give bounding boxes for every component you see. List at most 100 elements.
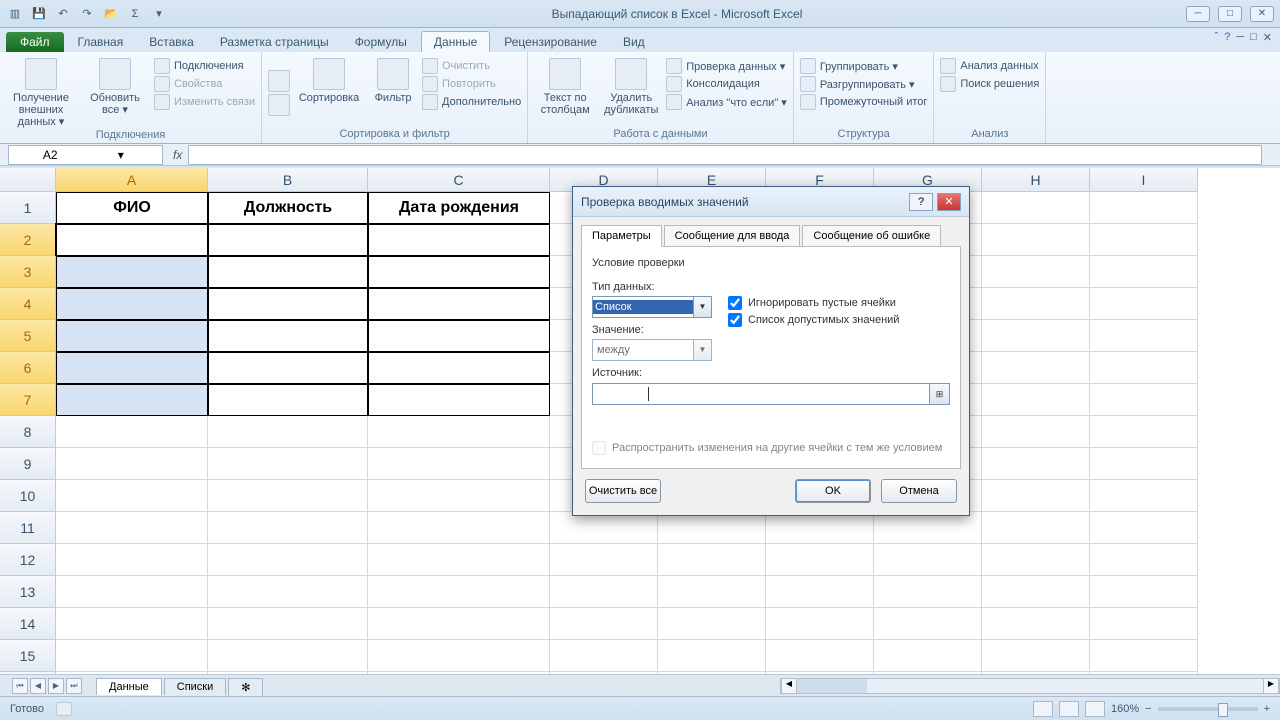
cell-C6[interactable]: [368, 352, 550, 384]
tab-view[interactable]: Вид: [611, 32, 657, 52]
cell-A1[interactable]: ФИО: [56, 192, 208, 224]
cell-B1[interactable]: Должность: [208, 192, 368, 224]
cell-I3[interactable]: [1090, 256, 1198, 288]
ok-button[interactable]: OK: [795, 479, 871, 503]
cell-D15[interactable]: [550, 640, 658, 672]
cell-E13[interactable]: [658, 576, 766, 608]
dialog-close-button[interactable]: ✕: [937, 193, 961, 211]
cell-D11[interactable]: [550, 512, 658, 544]
refresh-all-button[interactable]: Обновить все ▾: [80, 54, 150, 116]
cell-I10[interactable]: [1090, 480, 1198, 512]
cell-A11[interactable]: [56, 512, 208, 544]
dialog-titlebar[interactable]: Проверка вводимых значений ? ✕: [573, 187, 969, 217]
sheet-nav-next[interactable]: ▶: [48, 678, 64, 694]
cell-B4[interactable]: [208, 288, 368, 320]
sort-button[interactable]: Сортировка: [294, 54, 364, 104]
cell-I5[interactable]: [1090, 320, 1198, 352]
cell-F11[interactable]: [766, 512, 874, 544]
dialog-tab-input-message[interactable]: Сообщение для ввода: [664, 225, 801, 247]
cell-I12[interactable]: [1090, 544, 1198, 576]
help-icon[interactable]: ?: [1224, 31, 1230, 44]
sort-za-icon[interactable]: [268, 94, 290, 116]
col-header-C[interactable]: C: [368, 168, 550, 192]
cell-H6[interactable]: [982, 352, 1090, 384]
row-header-3[interactable]: 3: [0, 256, 56, 288]
save-icon[interactable]: 💾: [30, 5, 48, 23]
zoom-level[interactable]: 160%: [1111, 703, 1139, 715]
row-header-11[interactable]: 11: [0, 512, 56, 544]
cell-I15[interactable]: [1090, 640, 1198, 672]
redo-icon[interactable]: ↷: [78, 5, 96, 23]
source-input[interactable]: [592, 383, 930, 405]
row-header-1[interactable]: 1: [0, 192, 56, 224]
mdi-minimize-icon[interactable]: ─: [1236, 31, 1244, 44]
cell-G14[interactable]: [874, 608, 982, 640]
cell-H13[interactable]: [982, 576, 1090, 608]
cell-C1[interactable]: Дата рождения: [368, 192, 550, 224]
cell-I7[interactable]: [1090, 384, 1198, 416]
sheet-nav-first[interactable]: ⏮: [12, 678, 28, 694]
cell-A15[interactable]: [56, 640, 208, 672]
connections-item[interactable]: Подключения: [154, 58, 255, 74]
cell-H15[interactable]: [982, 640, 1090, 672]
mdi-close-icon[interactable]: ✕: [1263, 31, 1272, 44]
cell-H10[interactable]: [982, 480, 1090, 512]
maximize-button[interactable]: □: [1218, 6, 1242, 22]
name-box[interactable]: A2▾: [8, 145, 163, 165]
zoom-in-button[interactable]: +: [1264, 703, 1270, 715]
remove-duplicates-button[interactable]: Удалить дубликаты: [600, 54, 662, 116]
cell-G11[interactable]: [874, 512, 982, 544]
cell-H11[interactable]: [982, 512, 1090, 544]
row-header-9[interactable]: 9: [0, 448, 56, 480]
cell-H2[interactable]: [982, 224, 1090, 256]
cell-A14[interactable]: [56, 608, 208, 640]
cell-G15[interactable]: [874, 640, 982, 672]
cell-C9[interactable]: [368, 448, 550, 480]
cell-E11[interactable]: [658, 512, 766, 544]
cell-C11[interactable]: [368, 512, 550, 544]
col-header-H[interactable]: H: [982, 168, 1090, 192]
horizontal-scrollbar[interactable]: ◀▶: [780, 678, 1280, 694]
row-header-14[interactable]: 14: [0, 608, 56, 640]
cell-A2[interactable]: [56, 224, 208, 256]
cell-A5[interactable]: [56, 320, 208, 352]
close-button[interactable]: ✕: [1250, 6, 1274, 22]
cell-B8[interactable]: [208, 416, 368, 448]
cell-H4[interactable]: [982, 288, 1090, 320]
cell-H5[interactable]: [982, 320, 1090, 352]
macro-record-icon[interactable]: [56, 702, 72, 716]
cell-B6[interactable]: [208, 352, 368, 384]
page-break-view-button[interactable]: [1085, 701, 1105, 717]
what-if-item[interactable]: Анализ "что если" ▾: [666, 94, 787, 110]
cell-C8[interactable]: [368, 416, 550, 448]
cell-B3[interactable]: [208, 256, 368, 288]
cell-C12[interactable]: [368, 544, 550, 576]
cell-I14[interactable]: [1090, 608, 1198, 640]
cell-A3[interactable]: [56, 256, 208, 288]
cell-I4[interactable]: [1090, 288, 1198, 320]
cell-E15[interactable]: [658, 640, 766, 672]
zoom-out-button[interactable]: −: [1145, 703, 1151, 715]
tab-insert[interactable]: Вставка: [137, 32, 206, 52]
cell-H8[interactable]: [982, 416, 1090, 448]
dialog-tab-error-alert[interactable]: Сообщение об ошибке: [802, 225, 941, 247]
cell-H7[interactable]: [982, 384, 1090, 416]
subtotal-item[interactable]: Промежуточный итог: [800, 94, 928, 110]
sheet-tab-lists[interactable]: Списки: [164, 678, 227, 695]
get-external-data-button[interactable]: Получение внешних данных ▾: [6, 54, 76, 128]
sheet-tab-data[interactable]: Данные: [96, 678, 162, 695]
tab-page-layout[interactable]: Разметка страницы: [208, 32, 341, 52]
cell-A4[interactable]: [56, 288, 208, 320]
cell-I13[interactable]: [1090, 576, 1198, 608]
cell-C3[interactable]: [368, 256, 550, 288]
row-header-15[interactable]: 15: [0, 640, 56, 672]
tab-review[interactable]: Рецензирование: [492, 32, 609, 52]
cell-B14[interactable]: [208, 608, 368, 640]
new-sheet-button[interactable]: ✻: [228, 678, 263, 696]
cell-B5[interactable]: [208, 320, 368, 352]
cell-A13[interactable]: [56, 576, 208, 608]
normal-view-button[interactable]: [1033, 701, 1053, 717]
range-picker-icon[interactable]: ⊞: [930, 383, 950, 405]
col-header-A[interactable]: A: [56, 168, 208, 192]
formula-input[interactable]: [188, 145, 1262, 165]
